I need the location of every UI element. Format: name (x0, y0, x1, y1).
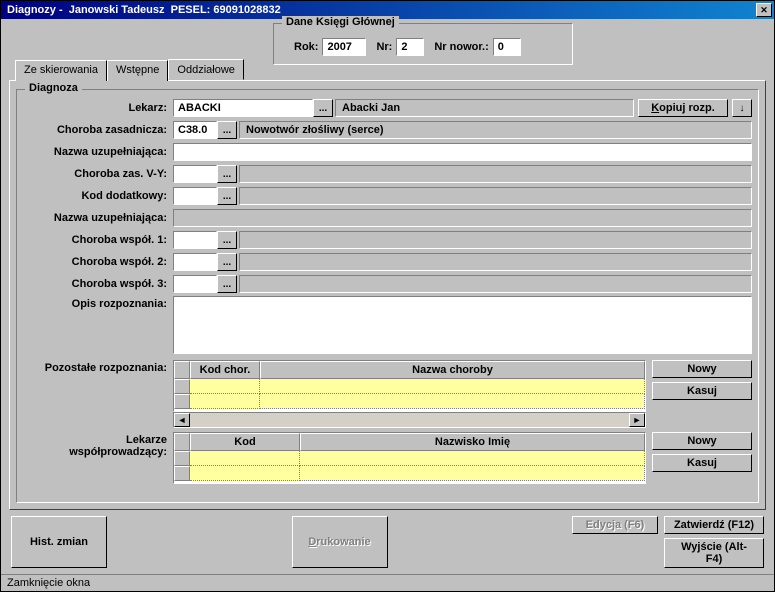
nr-field[interactable]: 2 (396, 38, 424, 56)
wspol1-code-input[interactable] (173, 231, 217, 249)
tab-ze-skierowania[interactable]: Ze skierowania (15, 60, 107, 81)
statusbar: Zamknięcie okna (1, 574, 774, 591)
rok-field[interactable]: 2007 (322, 38, 366, 56)
koddod-label: Kod dodatkowy: (23, 190, 173, 202)
lekarz-lookup-button[interactable]: ... (313, 99, 333, 117)
nazwa1-input[interactable] (173, 143, 752, 161)
nazwa2-label: Nazwa uzupełniająca: (23, 212, 173, 224)
edycja-button[interactable]: Edycja (F6) (572, 516, 658, 534)
dane-legend: Dane Księgi Głównej (282, 16, 399, 28)
tab-wstepne[interactable]: Wstępne (107, 60, 168, 81)
opis-label: Opis rozpoznania: (23, 296, 173, 310)
nowor-field[interactable]: 0 (493, 38, 521, 56)
lekarze-grid[interactable]: Kod Nazwisko Imię (173, 432, 646, 484)
zasad-lookup-button[interactable]: ... (217, 121, 237, 139)
footer-buttons: Hist. zmian Drukowanie Edycja (F6) Zatwi… (9, 510, 766, 570)
lekarz-label: Lekarz: (23, 102, 173, 114)
kopiuj-rozp-button[interactable]: Kopiuj rozp. (638, 99, 728, 117)
close-icon[interactable]: ✕ (756, 3, 772, 17)
wspol1-desc-display (239, 231, 752, 249)
wspol3-lookup-button[interactable]: ... (217, 275, 237, 293)
koddod-desc-display (239, 187, 752, 205)
wspol1-lookup-button[interactable]: ... (217, 231, 237, 249)
window: Diagnozy - Janowski Tadeusz PESEL: 69091… (0, 0, 775, 592)
pozostale-grid[interactable]: Kod chor. Nazwa choroby (173, 360, 646, 412)
zasad-desc-display: Nowotwór złośliwy (serce) (239, 121, 752, 139)
grid1-col-nazwa: Nazwa choroby (260, 361, 645, 379)
wspol2-code-input[interactable] (173, 253, 217, 271)
wspol3-label: Choroba współ. 3: (23, 278, 173, 290)
pozostale-scrollbar[interactable]: ◄ ► (173, 412, 646, 428)
lekarze-kasuj-button[interactable]: Kasuj (652, 454, 752, 472)
grid2-col-nazwisko: Nazwisko Imię (300, 433, 645, 451)
wspol3-desc-display (239, 275, 752, 293)
zasad-code-input[interactable]: C38.0 (173, 121, 217, 139)
arrow-down-button[interactable]: ↓ (732, 99, 752, 117)
lekarze-nowy-button[interactable]: Nowy (652, 432, 752, 450)
pozostale-kasuj-button[interactable]: Kasuj (652, 382, 752, 400)
diagnoza-legend: Diagnoza (25, 82, 82, 94)
zasad-label: Choroba zasadnicza: (23, 124, 173, 136)
nowor-label: Nr nowor.: (434, 41, 488, 53)
nazwa2-input[interactable] (173, 209, 752, 227)
drukowanie-button[interactable]: Drukowanie (292, 516, 388, 568)
vy-desc-display (239, 165, 752, 183)
lekarz-name-display: Abacki Jan (335, 99, 634, 117)
koddod-lookup-button[interactable]: ... (217, 187, 237, 205)
nazwa1-label: Nazwa uzupełniająca: (23, 146, 173, 158)
scroll-right-icon[interactable]: ► (629, 413, 645, 427)
tab-panel: Diagnoza Lekarz: ABACKI ... Abacki Jan K… (9, 80, 766, 510)
grid2-col-kod: Kod (190, 433, 300, 451)
vy-code-input[interactable] (173, 165, 217, 183)
nr-label: Nr: (376, 41, 392, 53)
window-title: Diagnozy - Janowski Tadeusz PESEL: 69091… (7, 4, 281, 16)
lekarze-label: Lekarzewspółprowadzący: (23, 432, 173, 458)
rok-label: Rok: (294, 41, 318, 53)
tab-oddzialowe[interactable]: Oddziałowe (168, 59, 243, 80)
wyjscie-button[interactable]: Wyjście (Alt-F4) (664, 538, 764, 568)
vy-label: Choroba zas. V-Y: (23, 168, 173, 180)
client-area: Dane Księgi Głównej Rok: 2007 Nr: 2 Nr n… (1, 19, 774, 574)
grid1-col-kod: Kod chor. (190, 361, 260, 379)
wspol1-label: Choroba współ. 1: (23, 234, 173, 246)
wspol2-lookup-button[interactable]: ... (217, 253, 237, 271)
pozostale-nowy-button[interactable]: Nowy (652, 360, 752, 378)
hist-zmian-button[interactable]: Hist. zmian (11, 516, 107, 568)
zatwierdz-button[interactable]: Zatwierdź (F12) (664, 516, 764, 534)
wspol2-label: Choroba współ. 2: (23, 256, 173, 268)
opis-textarea[interactable] (173, 296, 752, 354)
scroll-left-icon[interactable]: ◄ (174, 413, 190, 427)
lekarz-code-input[interactable]: ABACKI (173, 99, 313, 117)
koddod-input[interactable] (173, 187, 217, 205)
wspol3-code-input[interactable] (173, 275, 217, 293)
dane-ksiegi-group: Dane Księgi Głównej Rok: 2007 Nr: 2 Nr n… (273, 23, 573, 65)
pozostale-label: Pozostałe rozpoznania: (23, 360, 173, 374)
wspol2-desc-display (239, 253, 752, 271)
vy-lookup-button[interactable]: ... (217, 165, 237, 183)
diagnoza-group: Diagnoza Lekarz: ABACKI ... Abacki Jan K… (16, 89, 759, 503)
